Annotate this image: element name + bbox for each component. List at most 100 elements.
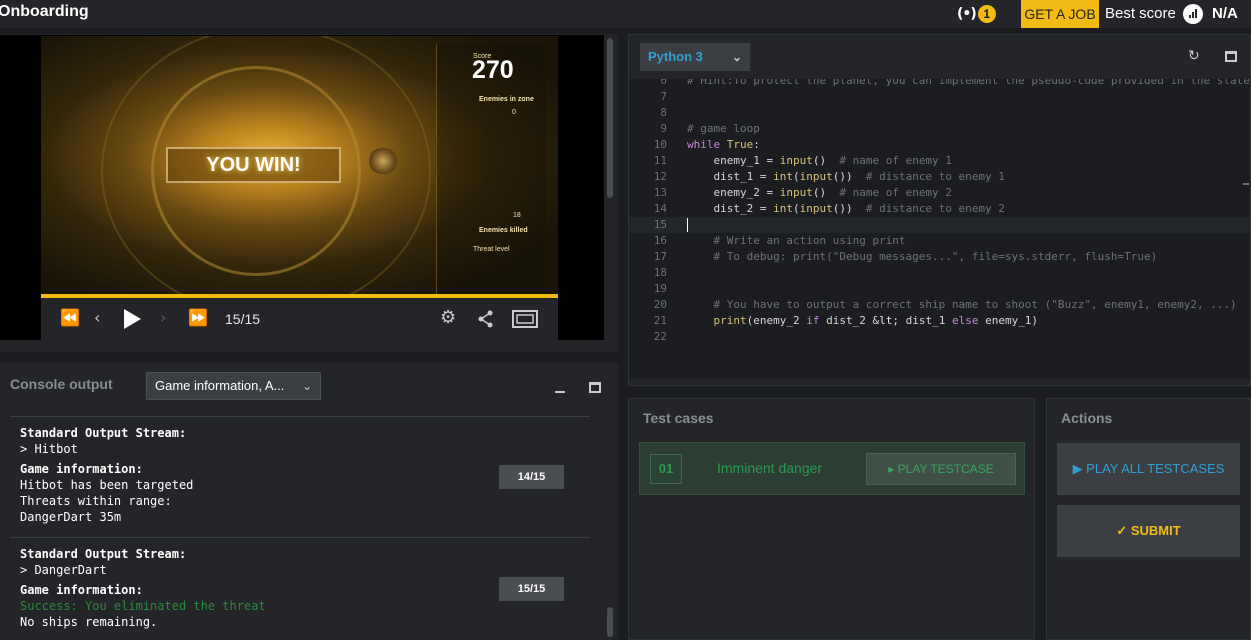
fullscreen-icon[interactable] [512, 310, 538, 328]
code-line[interactable]: 20 # You have to output a correct ship n… [629, 297, 1250, 313]
code-text: # Hint:To protect the planet, you can im… [687, 79, 1250, 87]
line-number: 13 [653, 186, 667, 199]
code-line[interactable]: 15 [629, 217, 1250, 233]
code-line[interactable]: 11 enemy_1 = input() # name of enemy 1 [629, 153, 1250, 169]
code-line[interactable]: 9 # game loop [629, 121, 1250, 137]
code-line[interactable]: 21 print(enemy_2 if dist_2 &lt; dist_1 e… [629, 313, 1250, 329]
game-info-line: No ships remaining. [20, 615, 158, 629]
code-text: dist_1 = int(input()) # distance to enem… [687, 170, 1005, 183]
line-number: 9 [660, 122, 667, 135]
stdout-text: > Hitbot [20, 442, 78, 456]
get-a-job-button[interactable]: GET A JOB [1021, 0, 1099, 28]
line-number: 8 [660, 106, 667, 119]
player-controls: ⏪ ‹ › ⏩ 15/15 ⚙ [41, 298, 558, 340]
page-title: Onboarding [0, 3, 89, 20]
line-number: 10 [653, 138, 667, 151]
live-count-badge: 1 [977, 5, 996, 23]
code-line[interactable]: 22 [629, 329, 1250, 345]
signal-icon [1183, 4, 1203, 24]
best-score-value: N/A [1212, 5, 1238, 22]
language-value: Python 3 [648, 49, 703, 64]
code-text: dist_2 = int(input()) # distance to enem… [687, 202, 1005, 215]
step-back-icon[interactable]: ‹ [94, 308, 100, 328]
test-cases-panel: Test cases 01 Imminent danger ▸ PLAY TES… [628, 398, 1035, 640]
share-icon[interactable] [478, 310, 494, 328]
code-text: enemy_2 = input() # name of enemy 2 [687, 186, 952, 199]
code-text: while True: [687, 138, 760, 151]
play-testcase-button[interactable]: ▸ PLAY TESTCASE [866, 453, 1016, 485]
code-line[interactable]: 7 [629, 89, 1250, 105]
actions-panel: Actions ▶ PLAY ALL TESTCASES ✓ SUBMIT [1046, 398, 1251, 640]
code-text: # game loop [687, 122, 760, 135]
minimize-icon[interactable] [555, 391, 565, 393]
code-line[interactable]: 13 enemy_2 = input() # name of enemy 2 [629, 185, 1250, 201]
game-info-line: Threats within range: [20, 494, 172, 508]
live-indicator[interactable]: (•) 1 [957, 4, 996, 24]
line-number: 22 [653, 330, 667, 343]
console-filter-select[interactable]: Game information, A... ⌄ [146, 372, 321, 400]
code-line[interactable]: 12 dist_1 = int(input()) # distance to e… [629, 169, 1250, 185]
stdout-label: Standard Output Stream: [20, 426, 187, 440]
testcase-name: Imminent danger [717, 460, 823, 476]
hud-enemies-killed-label: Enemies killed [479, 227, 528, 234]
hud-enemies-killed-value: 18 [513, 212, 521, 219]
broadcast-icon: (•) [957, 6, 977, 22]
top-bar: Onboarding (•) 1 GET A JOB Best score N/… [0, 0, 1251, 28]
code-line[interactable]: 10 while True: [629, 137, 1250, 153]
line-number: 11 [653, 154, 667, 167]
maximize-icon[interactable] [589, 382, 601, 393]
console-filter-value: Game information, A... [155, 378, 285, 393]
code-line[interactable]: 6 # Hint:To protect the planet, you can i… [629, 79, 1250, 89]
code-line[interactable]: 14 dist_2 = int(input()) # distance to e… [629, 201, 1250, 217]
code-area[interactable]: 6 # Hint:To protect the planet, you can i… [629, 79, 1250, 379]
best-score-label: Best score [1105, 5, 1176, 22]
maximize-icon[interactable] [1225, 51, 1237, 62]
rewind-start-icon[interactable]: ⏪ [60, 308, 80, 328]
console-panel: Console output Game information, A... ⌄ … [0, 363, 618, 640]
code-line[interactable]: 18 [629, 265, 1250, 281]
game-viewer: Score 270 Enemies in zone 0 18 Enemies k… [0, 34, 618, 352]
editor-scrollbar[interactable] [1243, 183, 1249, 185]
hud-enemies-in-zone-label: Enemies in zone [479, 96, 534, 103]
chevron-down-icon: ⌄ [731, 50, 742, 64]
settings-gear-icon[interactable]: ⚙ [440, 308, 456, 328]
play-all-testcases-button[interactable]: ▶ PLAY ALL TESTCASES [1057, 443, 1240, 495]
reset-code-icon[interactable]: ↻ [1188, 49, 1202, 63]
code-line[interactable]: 19 [629, 281, 1250, 297]
play-icon[interactable] [122, 308, 142, 330]
line-number: 14 [653, 202, 667, 215]
ship-sprite [366, 148, 400, 174]
hud-threat-level-label: Threat level [473, 246, 510, 253]
testcase-number: 01 [650, 454, 682, 484]
skip-end-icon[interactable]: ⏩ [188, 308, 208, 328]
text-caret [687, 218, 688, 232]
line-number: 6 [660, 79, 667, 87]
hud-enemies-in-zone-value: 0 [512, 109, 516, 116]
stdout-text: > DangerDart [20, 563, 107, 577]
code-line[interactable]: 8 [629, 105, 1250, 121]
console-scrollbar[interactable] [607, 607, 613, 637]
line-number: 20 [653, 298, 667, 311]
code-text: # To debug: print("Debug messages...", f… [713, 250, 1158, 263]
game-canvas[interactable]: Score 270 Enemies in zone 0 18 Enemies k… [41, 36, 558, 298]
viewer-frame: Score 270 Enemies in zone 0 18 Enemies k… [0, 35, 604, 340]
language-select[interactable]: Python 3 ⌄ [640, 43, 750, 71]
console-turn: Standard Output Stream: > Hitbot Game in… [10, 416, 590, 537]
console-title: Console output [10, 376, 113, 392]
testcase-row[interactable]: 01 Imminent danger ▸ PLAY TESTCASE [639, 442, 1025, 495]
submit-button[interactable]: ✓ SUBMIT [1057, 505, 1240, 557]
line-number: 16 [653, 234, 667, 247]
line-number: 15 [653, 218, 667, 231]
code-text: # Write an action using print [713, 234, 906, 247]
code-text: enemy_1 = input() # name of enemy 1 [687, 154, 952, 167]
code-line[interactable]: 17 # To debug: print("Debug messages..."… [629, 249, 1250, 265]
line-number: 19 [653, 282, 667, 295]
code-line[interactable]: 16 # Write an action using print [629, 233, 1250, 249]
code-text: print(enemy_2 if dist_2 &lt; dist_1 else… [713, 314, 1039, 327]
viewer-scrollbar[interactable] [607, 38, 613, 198]
turn-badge[interactable]: 15/15 [499, 577, 564, 601]
stdout-label: Standard Output Stream: [20, 547, 187, 561]
turn-badge[interactable]: 14/15 [499, 465, 564, 489]
step-forward-icon[interactable]: › [160, 308, 166, 328]
hud-score-value: 270 [472, 56, 514, 84]
